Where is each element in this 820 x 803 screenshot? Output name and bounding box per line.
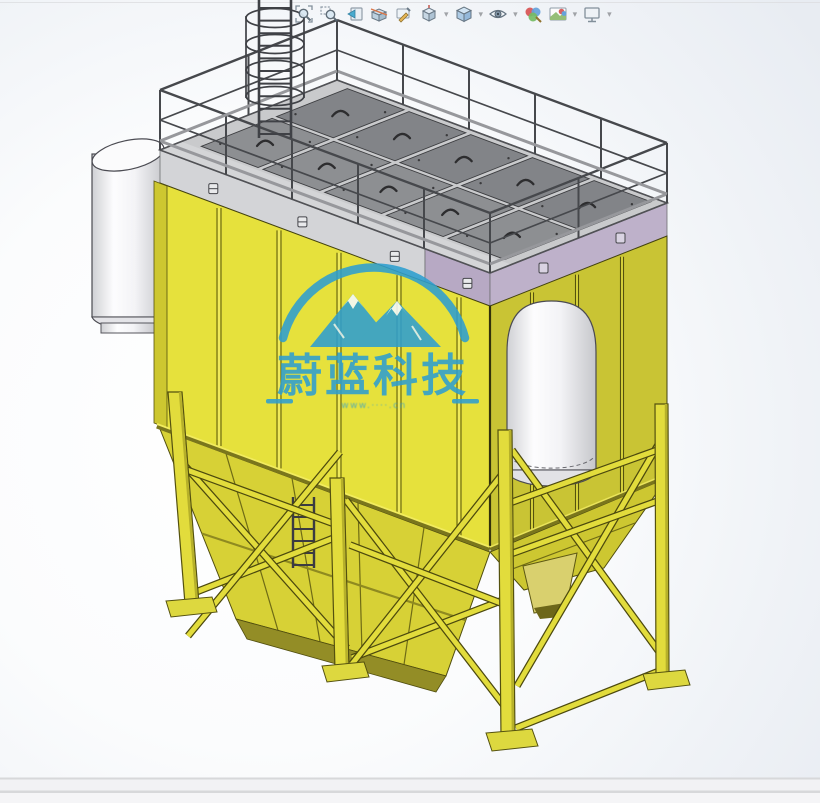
dropdown-caret[interactable]: ▾ bbox=[607, 3, 612, 25]
apply-scene-icon[interactable] bbox=[547, 3, 569, 25]
hide-show-items-icon[interactable] bbox=[487, 3, 509, 25]
solidworks-viewport[interactable]: 蔚蓝科技 www.····.cn ▾ ▾ ▾ ▾ bbox=[0, 0, 820, 803]
view-orientation-icon[interactable] bbox=[418, 3, 440, 25]
3d-drawing-view-icon[interactable] bbox=[393, 3, 415, 25]
watermark-title: 蔚蓝科技 bbox=[277, 349, 469, 402]
section-view-icon[interactable] bbox=[368, 3, 390, 25]
viewport-bottom-edge bbox=[0, 778, 820, 803]
previous-view-icon[interactable] bbox=[343, 3, 365, 25]
dropdown-caret[interactable]: ▾ bbox=[513, 3, 518, 25]
watermark-dash-left bbox=[266, 399, 293, 404]
dropdown-caret[interactable]: ▾ bbox=[479, 3, 484, 25]
watermark-dash-right bbox=[452, 399, 479, 404]
view-settings-icon[interactable] bbox=[581, 3, 603, 25]
edit-appearance-icon[interactable] bbox=[522, 3, 544, 25]
zoom-to-area-icon[interactable] bbox=[318, 3, 340, 25]
heads-up-toolbar: ▾ ▾ ▾ ▾ ▾ bbox=[293, 3, 613, 25]
display-style-icon[interactable] bbox=[453, 3, 475, 25]
dropdown-caret[interactable]: ▾ bbox=[573, 3, 578, 25]
watermark-subtext: www.····.cn bbox=[341, 401, 407, 411]
dropdown-caret[interactable]: ▾ bbox=[444, 3, 449, 25]
zoom-to-fit-icon[interactable] bbox=[293, 3, 315, 25]
graphics-area: 蔚蓝科技 www.····.cn bbox=[0, 0, 820, 803]
